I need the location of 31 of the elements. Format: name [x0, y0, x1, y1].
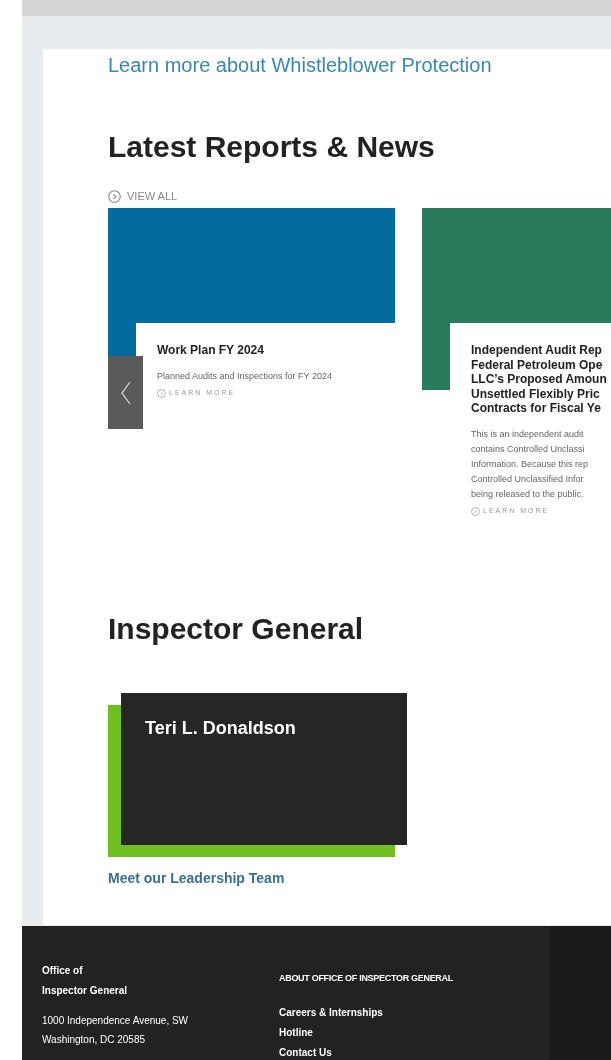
card-title: Federal Petroleum Ope: [471, 357, 604, 373]
circle-chevron-icon: [157, 388, 166, 398]
chevron-left-icon: [119, 380, 132, 405]
view-all-link[interactable]: VIEW ALL: [108, 187, 178, 205]
footer-link[interactable]: Hotline: [279, 1025, 453, 1040]
card-title: Work Plan FY 2024: [157, 343, 265, 358]
person-name: Teri L. Donaldson: [145, 718, 296, 739]
card-title: Unsettled Flexibly Pric: [471, 386, 601, 402]
section-heading: Latest Reports & News: [108, 128, 436, 165]
card-description: This is an independent audit: [471, 427, 585, 441]
footer-link[interactable]: Contact Us: [279, 1045, 453, 1060]
address-line: 1000 Independence Avenue, SW: [42, 1013, 190, 1028]
organization-name: Office of: [42, 963, 84, 978]
circle-chevron-icon: [471, 506, 480, 516]
footer-link[interactable]: Careers & Internships: [279, 1005, 453, 1020]
card-description: Planned Audits and Inspections for FY 2024: [157, 369, 333, 383]
footer-heading: ABOUT OFFICE OF INSPECTOR GENERAL: [279, 971, 453, 985]
card-title: Contracts for Fiscal Ye: [471, 401, 602, 416]
organization-name: Inspector General: [42, 983, 129, 998]
circle-chevron-icon: [108, 189, 121, 203]
card-description: contains Controlled Unclassi: [471, 442, 586, 456]
card-title: LLC’s Proposed Amoun: [471, 372, 608, 387]
leadership-link[interactable]: Meet our Leadership Team: [108, 868, 285, 890]
card-title: Independent Audit Rep: [471, 343, 603, 358]
whistleblower-link[interactable]: Learn more about Whistleblower Protection: [108, 49, 611, 80]
card-description: Controlled Unclassified Infor: [471, 472, 585, 486]
previous-button[interactable]: [108, 356, 143, 430]
address-line: Washington, DC 20585: [42, 1032, 147, 1047]
card-description: Information. Because this rep: [471, 457, 590, 471]
card-description: being released to the public.: [471, 487, 585, 501]
section-heading: Inspector General: [108, 611, 365, 648]
